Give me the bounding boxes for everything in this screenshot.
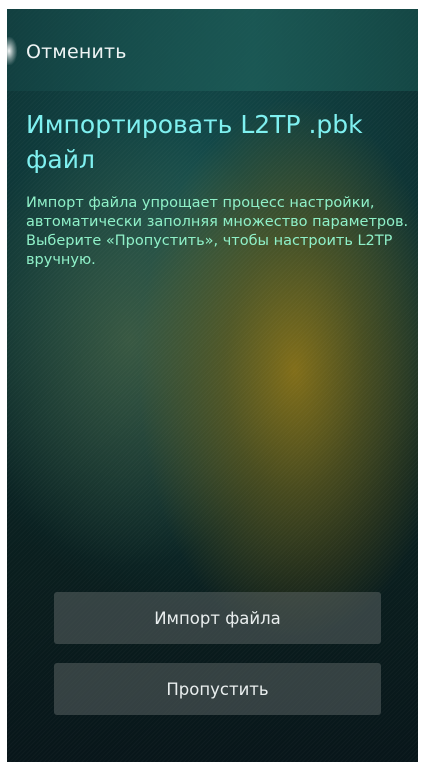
import-file-button[interactable]: Импорт файла	[54, 592, 381, 644]
edge-glow	[7, 37, 17, 65]
page-title: Импортировать L2TP .pbk файл	[26, 110, 363, 174]
description: Импорт файла упрощает процесс настройки,…	[26, 194, 411, 270]
content-area: Импортировать L2TP .pbk файл Импорт файл…	[26, 107, 411, 270]
skip-button[interactable]: Пропустить	[54, 663, 381, 715]
screen: Отменить Импортировать L2TP .pbk файл Им…	[7, 9, 418, 762]
top-bar: Отменить	[7, 9, 418, 91]
description-line-1: Импорт файла упрощает процесс настройки,…	[26, 195, 409, 230]
description-line-2: Выберите «Пропустить», чтобы настроить L…	[26, 233, 393, 268]
cancel-button[interactable]: Отменить	[26, 41, 127, 63]
